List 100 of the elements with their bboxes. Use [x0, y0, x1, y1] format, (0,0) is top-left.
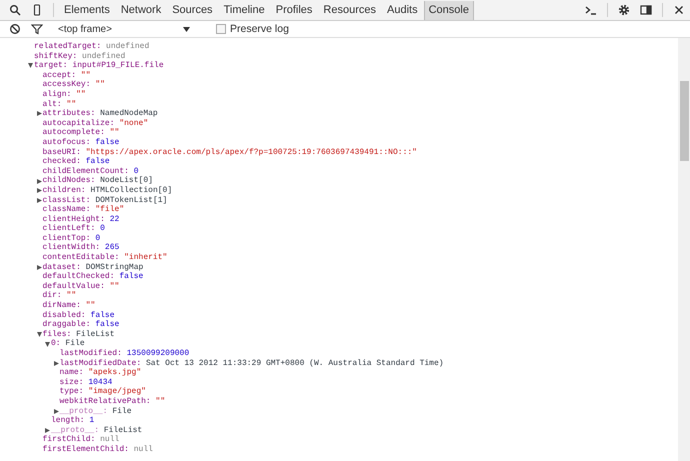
panel-tab[interactable]: Profiles	[270, 0, 318, 20]
property-key: dir:	[42, 291, 62, 302]
panel-tab[interactable]: Resources	[318, 0, 381, 20]
collapsed-triangle-icon[interactable]	[54, 360, 58, 366]
property-key: contentEditable:	[42, 253, 120, 263]
property-value: 0	[134, 166, 139, 176]
scrollbar-track[interactable]	[678, 38, 690, 461]
property-key: type:	[60, 387, 84, 397]
property-value: "image/jpeg"	[88, 387, 146, 397]
property-value: input#P19_FILE.file	[72, 61, 164, 71]
preserve-log-checkbox[interactable]	[216, 24, 226, 34]
property-key: firstElementChild:	[42, 444, 129, 455]
property-value: null	[134, 444, 153, 455]
property-value: ""	[110, 128, 120, 138]
property-value: 0	[95, 234, 100, 243]
panel-tab[interactable]: Network	[116, 0, 166, 20]
property-key: webkitRelativePath:	[60, 396, 151, 407]
property-value: ""	[76, 90, 86, 100]
property-key: draggable:	[42, 320, 91, 330]
expanded-triangle-icon[interactable]	[45, 342, 50, 347]
collapsed-triangle-icon[interactable]	[54, 408, 58, 414]
property-key: size:	[60, 378, 84, 388]
property-key: shiftKey:	[34, 52, 78, 62]
property-key: className:	[42, 205, 91, 215]
property-value: File	[112, 406, 132, 416]
property-key: lastModifiedDate:	[60, 358, 142, 368]
expanded-triangle-icon[interactable]	[28, 63, 33, 68]
property-value: false	[86, 157, 110, 167]
property-key: clientLeft:	[42, 224, 96, 234]
panel-tab[interactable]: Timeline	[218, 0, 270, 20]
frame-select[interactable]: <top frame>	[54, 22, 194, 36]
scrollbar-thumb[interactable]	[680, 81, 689, 161]
panel-tab[interactable]: Console	[424, 0, 474, 20]
property-value: undefined	[82, 52, 126, 61]
property-value: "file"	[95, 205, 124, 215]
property-key: lastModified:	[60, 349, 122, 359]
property-value: DOMTokenList[1]	[95, 196, 168, 205]
property-key: __proto__:	[51, 426, 100, 436]
property-key: autofocus:	[42, 138, 91, 148]
property-value: FileList	[104, 426, 142, 435]
property-value: ""	[80, 70, 91, 80]
property-value: HTMLCollection[0]	[90, 186, 172, 196]
panel-tab[interactable]: Elements	[59, 0, 115, 20]
property-key: 0:	[51, 339, 61, 349]
property-value: ""	[156, 396, 166, 407]
property-key: relatedTarget:	[34, 42, 102, 52]
property-key: accessKey:	[42, 80, 91, 90]
property-key: alt:	[42, 100, 62, 110]
property-key: children:	[42, 186, 86, 196]
property-value: ""	[95, 80, 105, 90]
property-value: "none"	[119, 118, 148, 128]
property-key: classList:	[42, 196, 91, 206]
property-value: 22	[110, 214, 120, 224]
property-value: undefined	[106, 42, 150, 52]
property-key: defaultChecked:	[42, 272, 115, 282]
property-key: clientHeight:	[42, 214, 105, 224]
property-value: 265	[104, 243, 120, 253]
property-value: File	[65, 339, 85, 349]
property-key: autocomplete:	[42, 128, 105, 138]
property-key: childElementCount:	[42, 166, 129, 176]
dropdown-caret-icon	[183, 26, 190, 32]
property-value: null	[100, 435, 120, 445]
property-key: __proto__:	[60, 406, 108, 416]
panel-tab[interactable]: Sources	[167, 0, 218, 20]
property-value: 0	[100, 224, 105, 234]
property-key: checked:	[42, 157, 81, 167]
property-key: target:	[34, 61, 68, 71]
collapsed-triangle-icon[interactable]	[36, 111, 42, 116]
property-value: FileList	[76, 330, 115, 339]
property-key: align:	[42, 90, 72, 100]
property-value: ""	[110, 282, 120, 292]
collapsed-triangle-icon[interactable]	[45, 428, 50, 434]
panel-tab[interactable]: Audits	[382, 0, 423, 20]
property-value: 1350099209000	[126, 349, 190, 359]
property-value: false	[95, 138, 120, 148]
property-key: files:	[42, 330, 72, 340]
property-key: clientWidth:	[42, 243, 100, 254]
property-key: name:	[60, 368, 84, 378]
property-key: childNodes:	[42, 176, 96, 186]
property-key: clientTop:	[42, 234, 91, 244]
expanded-triangle-icon[interactable]	[36, 332, 42, 338]
property-value: ""	[66, 291, 76, 301]
property-key: dirName:	[42, 301, 81, 311]
property-value: ""	[66, 100, 76, 109]
property-key: accept:	[42, 70, 76, 80]
property-key: autocapitalize:	[42, 118, 115, 128]
property-value: false	[119, 272, 144, 282]
property-value: "inherit"	[124, 253, 168, 263]
collapsed-triangle-icon[interactable]	[36, 188, 42, 194]
collapsed-triangle-icon[interactable]	[36, 178, 42, 184]
property-key: attributes:	[42, 109, 96, 119]
property-value: NodeList[0]	[100, 176, 153, 186]
property-key: defaultValue:	[42, 282, 105, 292]
property-value: ""	[86, 301, 96, 311]
collapsed-triangle-icon[interactable]	[36, 198, 42, 203]
property-value: Sat Oct 13 2012 11:33:29 GMT+0800 (W. Australia Standard Time)	[146, 358, 444, 368]
collapsed-triangle-icon[interactable]	[36, 264, 42, 270]
property-value: "apeks.jpg"	[88, 368, 142, 378]
property-key: firstChild:	[42, 435, 96, 445]
property-value: 1	[89, 416, 94, 426]
